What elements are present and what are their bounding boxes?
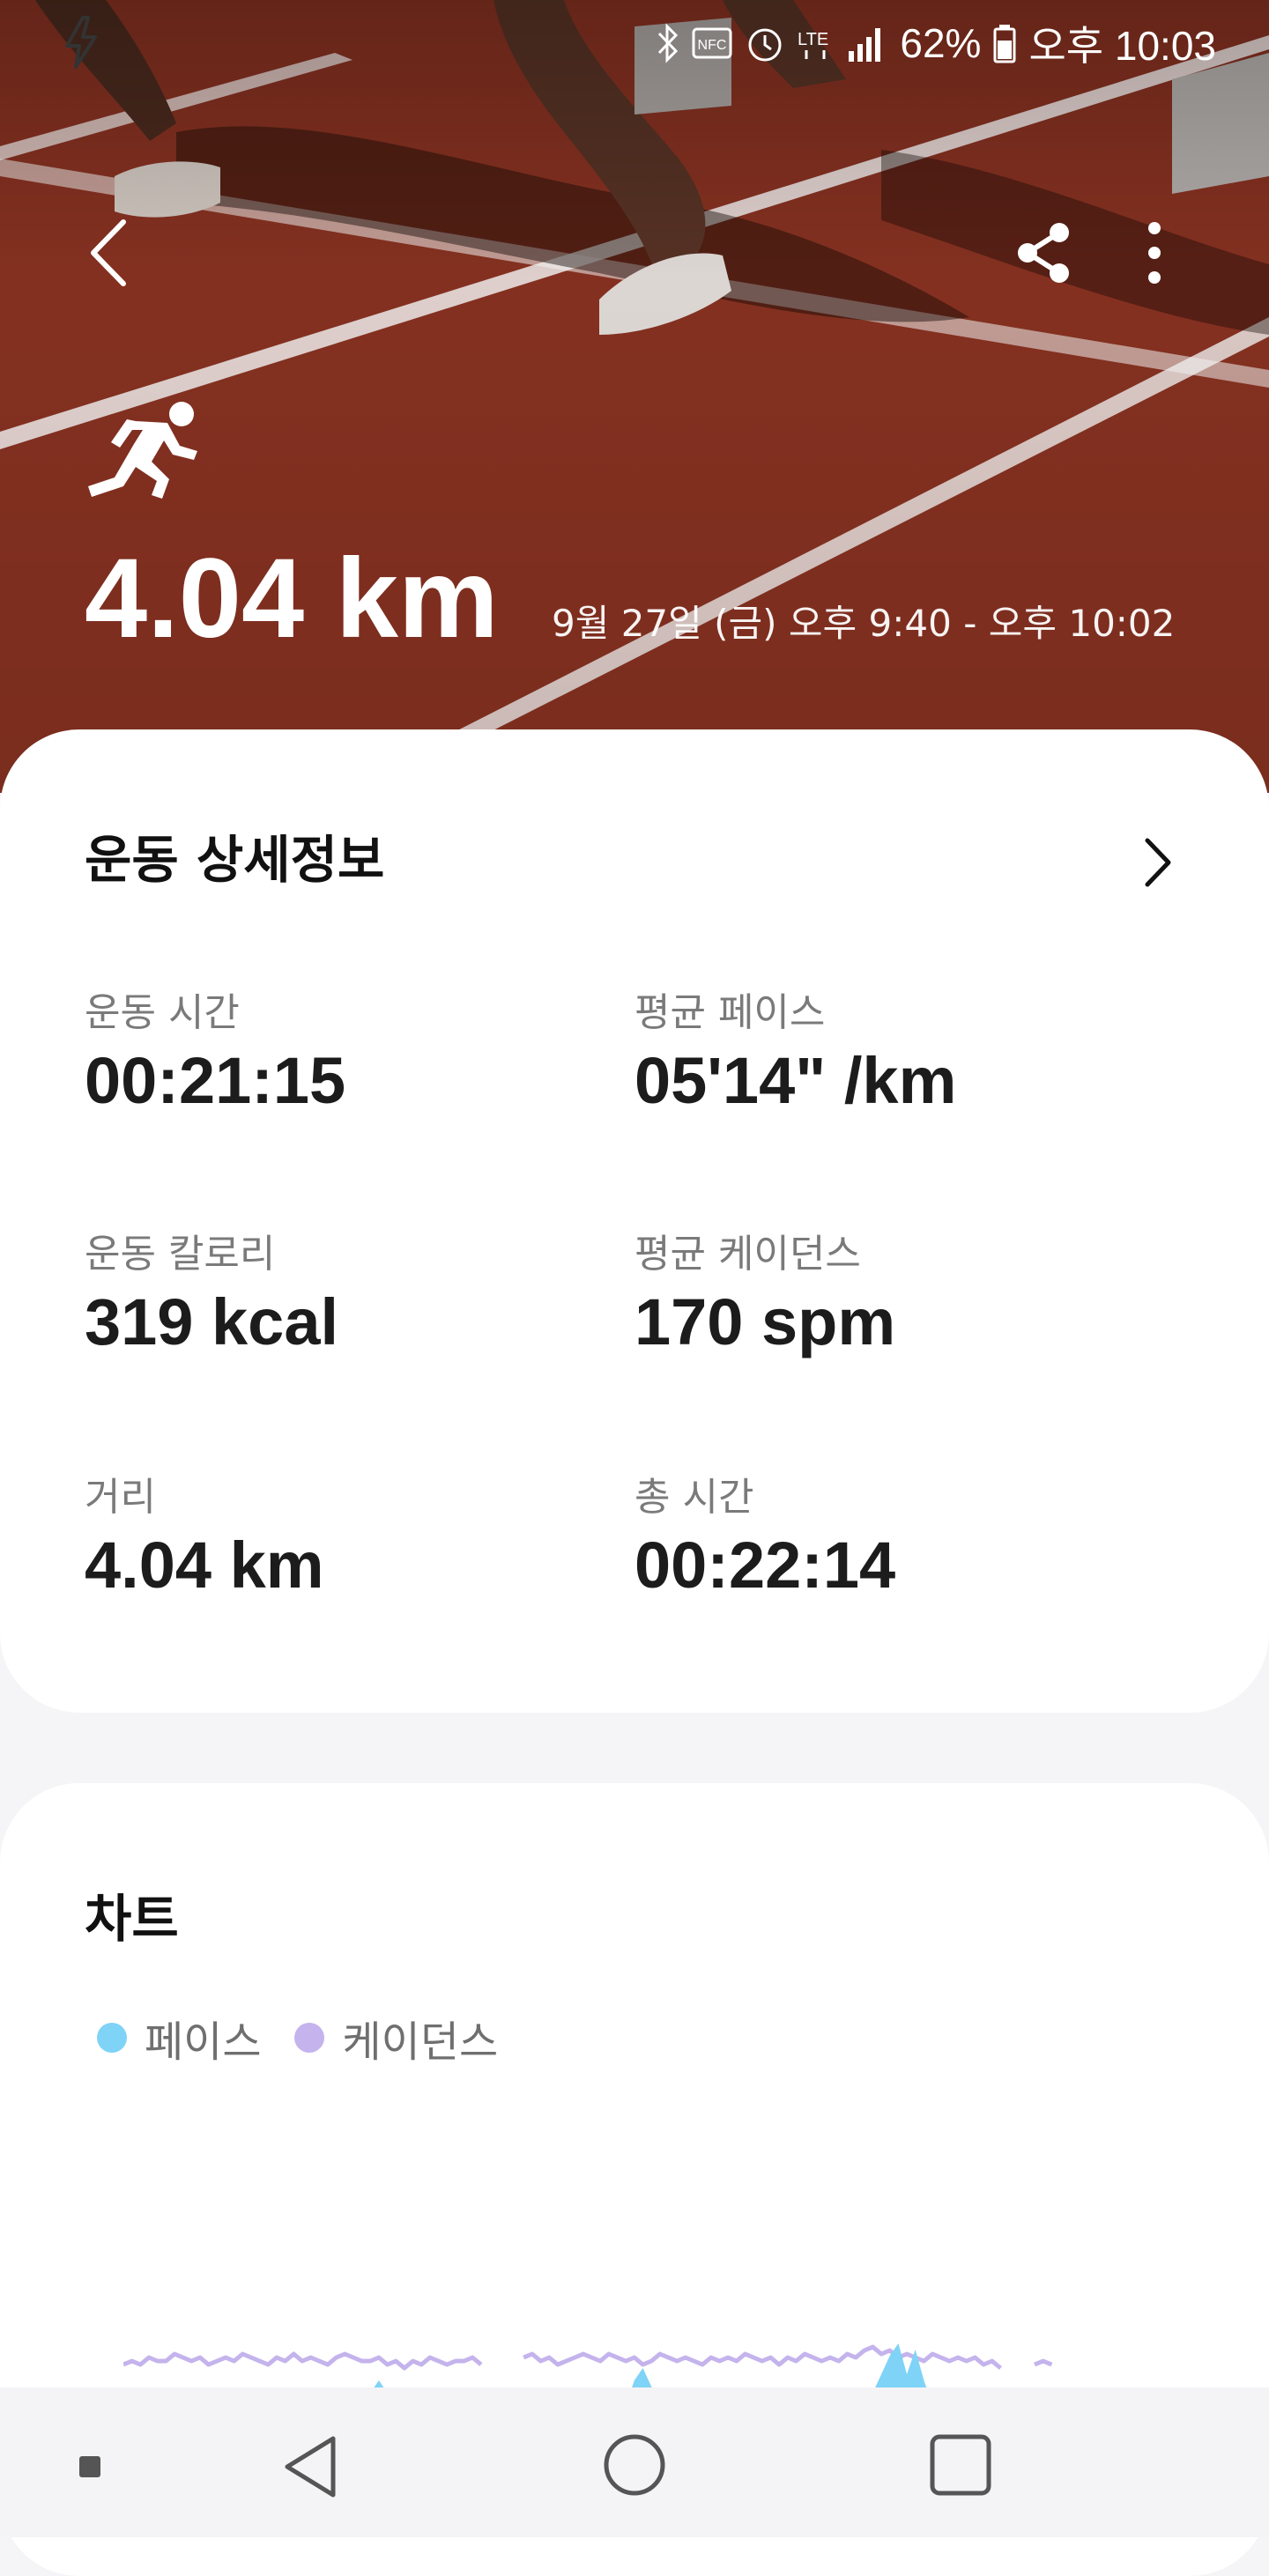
stat-value: 4.04 km	[85, 1529, 324, 1602]
status-icons: NFC LTE 62% 오후 10:03	[657, 12, 1216, 74]
bluetooth-icon	[658, 23, 679, 63]
battery-icon	[993, 25, 1016, 63]
recents-icon[interactable]	[929, 2433, 992, 2497]
svg-text:LTE: LTE	[798, 30, 828, 49]
lte-icon: LTE	[798, 30, 829, 59]
stat-value: 170 spm	[634, 1285, 896, 1358]
nav-back-icon[interactable]	[280, 2433, 342, 2500]
chart-title: 차트	[85, 1889, 179, 1949]
legend-dot-pace	[97, 2023, 127, 2053]
legend-item-cadence[interactable]: 케이던스	[294, 2007, 498, 2069]
stat-value: 319 kcal	[85, 1285, 339, 1358]
distance-headline: 4.04 km	[85, 536, 499, 662]
legend-label-cadence: 케이던스	[342, 2017, 499, 2067]
dot-icon[interactable]	[79, 2456, 100, 2477]
nfc-icon: NFC	[692, 27, 732, 59]
back-arrow-icon[interactable]	[81, 213, 134, 292]
stat-label: 평균 케이던스	[634, 1232, 861, 1277]
svg-text:NFC: NFC	[698, 38, 727, 53]
status-bar: NFC LTE 62% 오후 10:03	[0, 0, 1269, 85]
workout-date-range: 9월 27일 (금) 오후 9:40 - 오후 10:02	[552, 602, 1176, 645]
chevron-right-icon[interactable]	[1137, 833, 1177, 892]
stat-distance: 거리 4.04 km	[85, 1471, 613, 1605]
system-navigation-bar	[0, 2387, 1269, 2537]
legend-dot-cadence	[294, 2023, 325, 2053]
stat-calories: 운동 칼로리 319 kcal	[85, 1228, 613, 1362]
chart-legend: 페이스 케이던스	[97, 2007, 514, 2069]
stat-label: 평균 페이스	[634, 990, 826, 1035]
stat-value: 00:21:15	[85, 1044, 346, 1117]
stat-exercise-time: 운동 시간 00:21:15	[85, 987, 613, 1121]
power-saving-icon	[65, 16, 97, 69]
more-vertical-icon[interactable]	[1137, 220, 1172, 285]
hero-banner: NFC LTE 62% 오후 10:03 4.04 km 9월 27일 (금) …	[0, 0, 1269, 793]
legend-label-pace: 페이스	[145, 2017, 262, 2067]
share-icon[interactable]	[1013, 220, 1075, 285]
stat-average-cadence: 평균 케이던스 170 spm	[634, 1228, 1163, 1362]
status-time: 오후 10:03	[1028, 23, 1216, 69]
stat-label: 운동 칼로리	[85, 1232, 276, 1277]
stat-label: 운동 시간	[85, 990, 240, 1035]
home-icon[interactable]	[603, 2433, 666, 2497]
hero-shade	[0, 0, 1269, 793]
stat-label: 거리	[85, 1475, 156, 1520]
alarm-icon	[748, 28, 782, 62]
stat-label: 총 시간	[634, 1475, 754, 1520]
signal-icon	[849, 28, 881, 62]
stat-average-pace: 평균 페이스 05'14" /km	[634, 987, 1163, 1121]
stat-value: 05'14" /km	[634, 1044, 957, 1117]
battery-percent: 62%	[900, 20, 982, 66]
workout-details-card: 운동 상세정보 운동 시간 00:21:15 평균 페이스 05'14" /km…	[0, 729, 1269, 1713]
stat-total-time: 총 시간 00:22:14	[634, 1471, 1163, 1605]
legend-item-pace[interactable]: 페이스	[97, 2007, 261, 2069]
running-icon	[88, 402, 197, 499]
details-title: 운동 상세정보	[85, 830, 385, 890]
stat-value: 00:22:14	[634, 1529, 896, 1602]
